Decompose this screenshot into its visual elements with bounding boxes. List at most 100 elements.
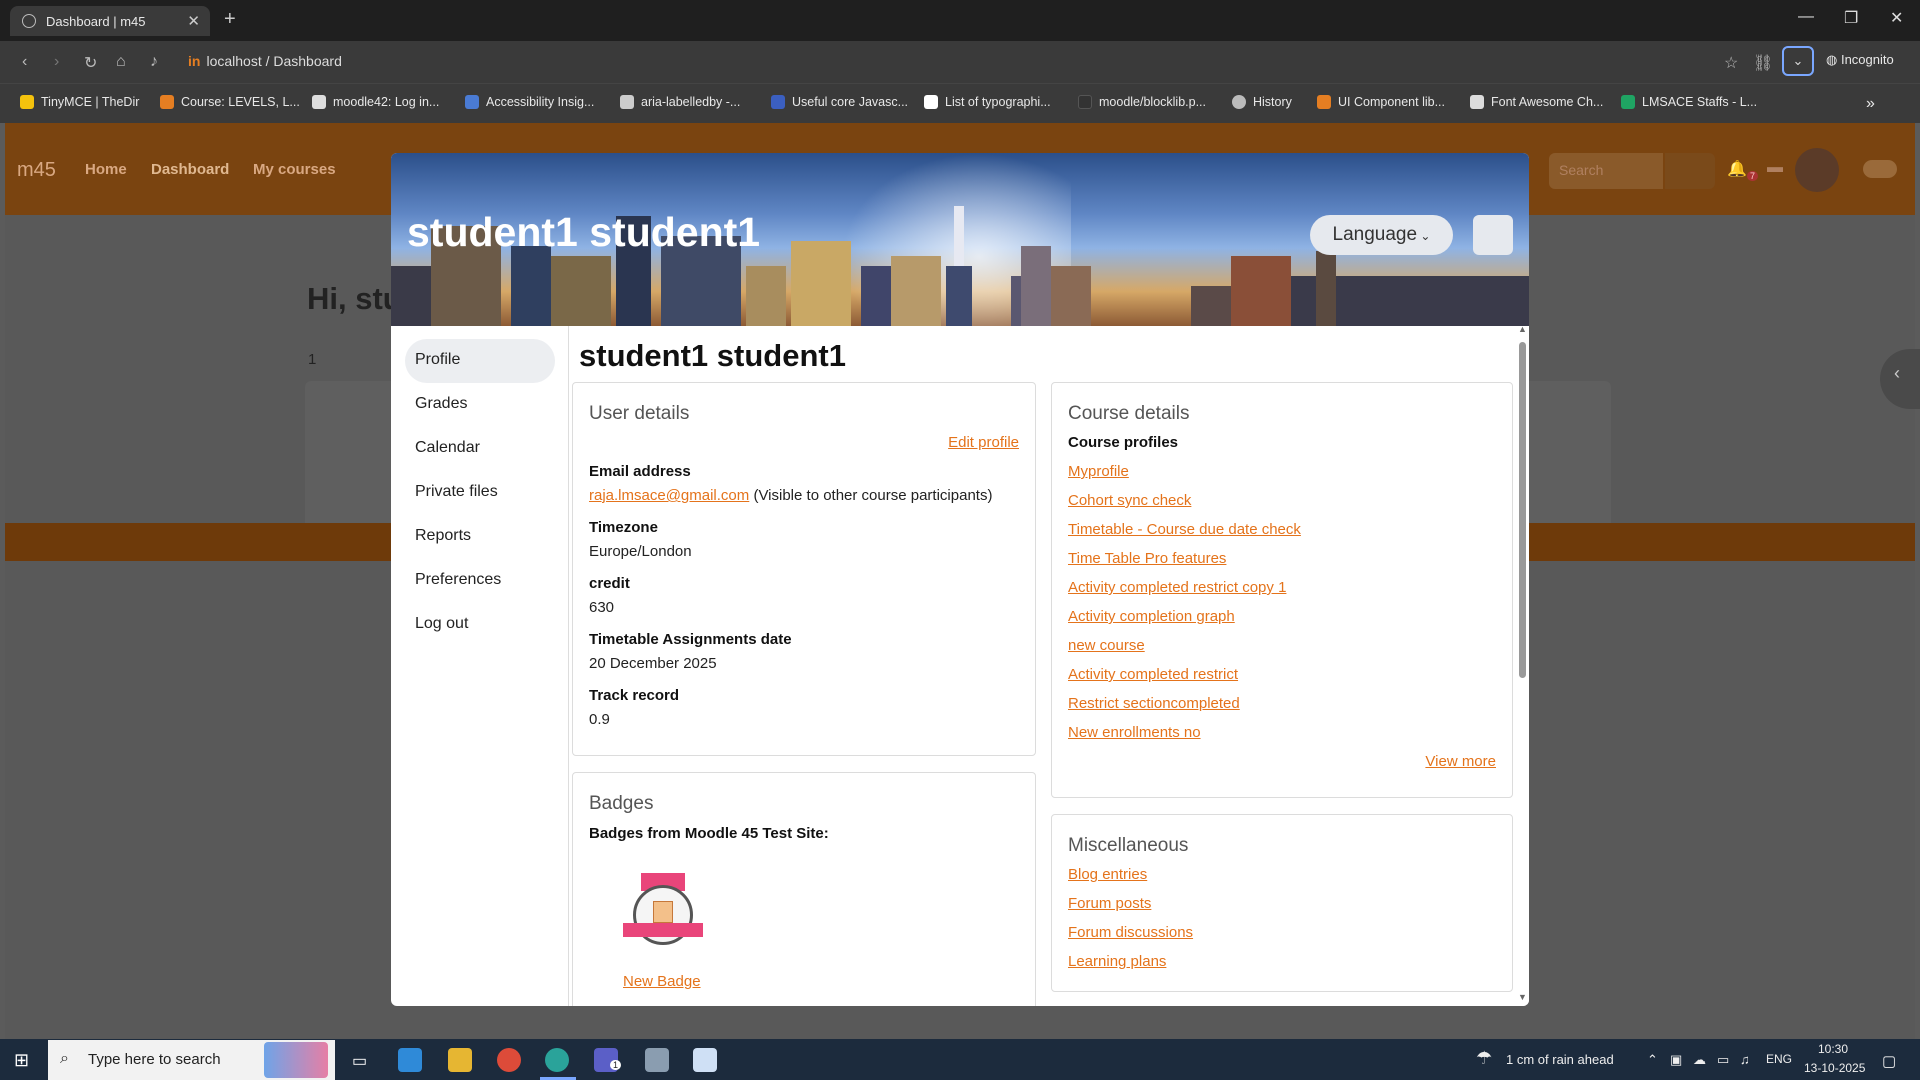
avatar[interactable] — [1795, 148, 1839, 192]
browser-tab[interactable]: Dashboard | m45 ✕ — [10, 6, 210, 36]
sidebar-item-preferences[interactable]: Preferences — [405, 559, 555, 603]
tray-app-icon[interactable]: ▣ — [1670, 1052, 1682, 1068]
teams-badge: 1 — [610, 1060, 622, 1070]
sidebar-item-profile[interactable]: Profile — [405, 339, 555, 383]
weather-text[interactable]: 1 cm of rain ahead — [1506, 1052, 1614, 1067]
minimize-icon[interactable]: — — [1798, 8, 1814, 26]
bookmark-item[interactable]: List of typographi... — [924, 95, 1051, 109]
windows-start-icon[interactable]: ⊞ — [14, 1050, 29, 1071]
bookmark-item[interactable]: TinyMCE | TheDir — [20, 95, 139, 109]
email-note: (Visible to other course participants) — [749, 487, 993, 504]
chrome-icon[interactable] — [497, 1048, 521, 1072]
scroll-down-icon[interactable]: ▼ — [1518, 992, 1527, 1002]
timezone-label: Timezone — [589, 519, 658, 536]
bookmark-item[interactable]: aria-labelledby -... — [620, 95, 740, 109]
bookmark-item[interactable]: UI Component lib... — [1317, 95, 1445, 109]
share-link-icon[interactable]: ⛓ — [1753, 53, 1773, 73]
misc-link-forum-posts[interactable]: Forum posts — [1068, 895, 1151, 912]
course-link[interactable]: Activity completion graph — [1068, 608, 1235, 625]
forward-icon[interactable]: › — [54, 53, 59, 71]
weather-icon[interactable]: ☂ — [1476, 1048, 1492, 1069]
misc-link-learning-plans[interactable]: Learning plans — [1068, 953, 1166, 970]
language-indicator[interactable]: ENG — [1766, 1052, 1792, 1066]
app-window-icon[interactable] — [693, 1048, 717, 1072]
header-action-button[interactable] — [1473, 215, 1513, 255]
close-tab-icon[interactable]: ✕ — [187, 12, 200, 30]
url-bar[interactable]: in localhost / Dashboard — [188, 53, 342, 69]
timetable-value: 20 December 2025 — [589, 655, 717, 672]
building — [1021, 246, 1051, 326]
message-icon[interactable]: ▬ — [1767, 159, 1783, 177]
nav-my-courses[interactable]: My courses — [253, 161, 336, 178]
bell-icon[interactable]: 🔔 — [1727, 159, 1747, 179]
incognito-indicator[interactable]: ◍ Incognito — [1826, 52, 1894, 68]
course-link[interactable]: new course — [1068, 637, 1145, 654]
restore-icon[interactable]: ❐ — [1844, 8, 1858, 28]
sidebar-item-logout[interactable]: Log out — [405, 603, 555, 647]
reload-icon[interactable]: ↻ — [84, 53, 97, 73]
bookmark-star-icon[interactable]: ☆ — [1724, 53, 1738, 73]
course-link[interactable]: New enrollments no — [1068, 724, 1201, 741]
bookmark-item[interactable]: Accessibility Insig... — [465, 95, 594, 109]
nav-dashboard[interactable]: Dashboard — [151, 161, 229, 178]
bookmark-item[interactable]: moodle/blocklib.p... — [1078, 95, 1206, 109]
site-search-input[interactable]: Search — [1549, 153, 1663, 189]
email-link[interactable]: raja.lmsace@gmail.com — [589, 487, 749, 504]
bookmark-item[interactable]: Course: LEVELS, L... — [160, 95, 300, 109]
building — [946, 266, 972, 326]
scroll-up-icon[interactable]: ▲ — [1518, 324, 1527, 334]
tab-search-button[interactable]: ⌄ — [1782, 46, 1814, 76]
bookmark-item[interactable]: LMSACE Staffs - L... — [1621, 95, 1757, 109]
course-link[interactable]: Myprofile — [1068, 463, 1129, 480]
view-more-link[interactable]: View more — [1425, 753, 1496, 770]
modal-scrollbar[interactable]: ▲ ▼ — [1515, 324, 1529, 1006]
sidebar-item-grades[interactable]: Grades — [405, 383, 555, 427]
cloud-icon[interactable]: ☁ — [1693, 1052, 1706, 1068]
sidebar-item-reports[interactable]: Reports — [405, 515, 555, 559]
network-icon[interactable]: ▭ — [1717, 1052, 1729, 1068]
site-brand[interactable]: m45 — [17, 159, 56, 182]
back-icon[interactable]: ‹ — [22, 53, 27, 71]
badge-link[interactable]: New Badge — [623, 973, 701, 990]
course-link[interactable]: Timetable - Course due date check — [1068, 521, 1301, 538]
notifications-icon[interactable]: ▢ — [1882, 1052, 1896, 1070]
taskbar-search-input[interactable]: ⌕ Type here to search — [48, 1040, 335, 1080]
course-link[interactable]: Restrict sectioncompleted — [1068, 695, 1240, 712]
misc-link-forum-discussions[interactable]: Forum discussions — [1068, 924, 1193, 941]
vscode-icon[interactable] — [398, 1048, 422, 1072]
sheets-icon — [1621, 95, 1635, 109]
course-link[interactable]: Time Table Pro features — [1068, 550, 1226, 567]
close-window-icon[interactable]: ✕ — [1890, 8, 1903, 28]
course-link[interactable]: Activity completed restrict copy 1 — [1068, 579, 1286, 596]
misc-link-blog[interactable]: Blog entries — [1068, 866, 1147, 883]
edit-profile-link[interactable]: Edit profile — [948, 434, 1019, 451]
file-explorer-icon[interactable] — [448, 1048, 472, 1072]
bookmark-item[interactable]: moodle42: Log in... — [312, 95, 439, 109]
badge-image-icon[interactable] — [623, 873, 703, 955]
mic-icon[interactable]: ♪ — [150, 53, 158, 71]
volume-icon[interactable]: ♫ — [1740, 1052, 1750, 1067]
search-button[interactable] — [1665, 153, 1715, 189]
bookmark-label: Useful core Javasc... — [792, 95, 909, 109]
task-view-icon[interactable]: ▭ — [352, 1051, 367, 1071]
new-tab-icon[interactable]: + — [224, 8, 236, 31]
language-button[interactable]: Language ⌄ — [1310, 215, 1453, 255]
home-icon[interactable]: ⌂ — [116, 53, 126, 71]
more-bookmarks-icon[interactable]: » — [1866, 95, 1875, 113]
course-link[interactable]: Cohort sync check — [1068, 492, 1191, 509]
scrollbar-thumb[interactable] — [1519, 342, 1526, 678]
course-details-heading: Course details — [1068, 403, 1190, 424]
course-link[interactable]: Activity completed restrict — [1068, 666, 1238, 683]
sidebar-item-private-files[interactable]: Private files — [405, 471, 555, 515]
mode-toggle[interactable] — [1863, 160, 1897, 178]
nav-home[interactable]: Home — [85, 161, 127, 178]
sidebar-item-calendar[interactable]: Calendar — [405, 427, 555, 471]
bookmark-item[interactable]: Font Awesome Ch... — [1470, 95, 1603, 109]
bookmark-item[interactable]: Useful core Javasc... — [771, 95, 908, 109]
clock-time[interactable]: 10:30 — [1818, 1042, 1848, 1056]
tray-chevron-icon[interactable]: ⌃ — [1647, 1052, 1658, 1068]
bookmark-item[interactable]: History — [1232, 95, 1292, 109]
clock-date[interactable]: 13-10-2025 — [1804, 1061, 1865, 1075]
app-icon[interactable] — [645, 1048, 669, 1072]
browser-app-icon[interactable] — [545, 1048, 569, 1072]
